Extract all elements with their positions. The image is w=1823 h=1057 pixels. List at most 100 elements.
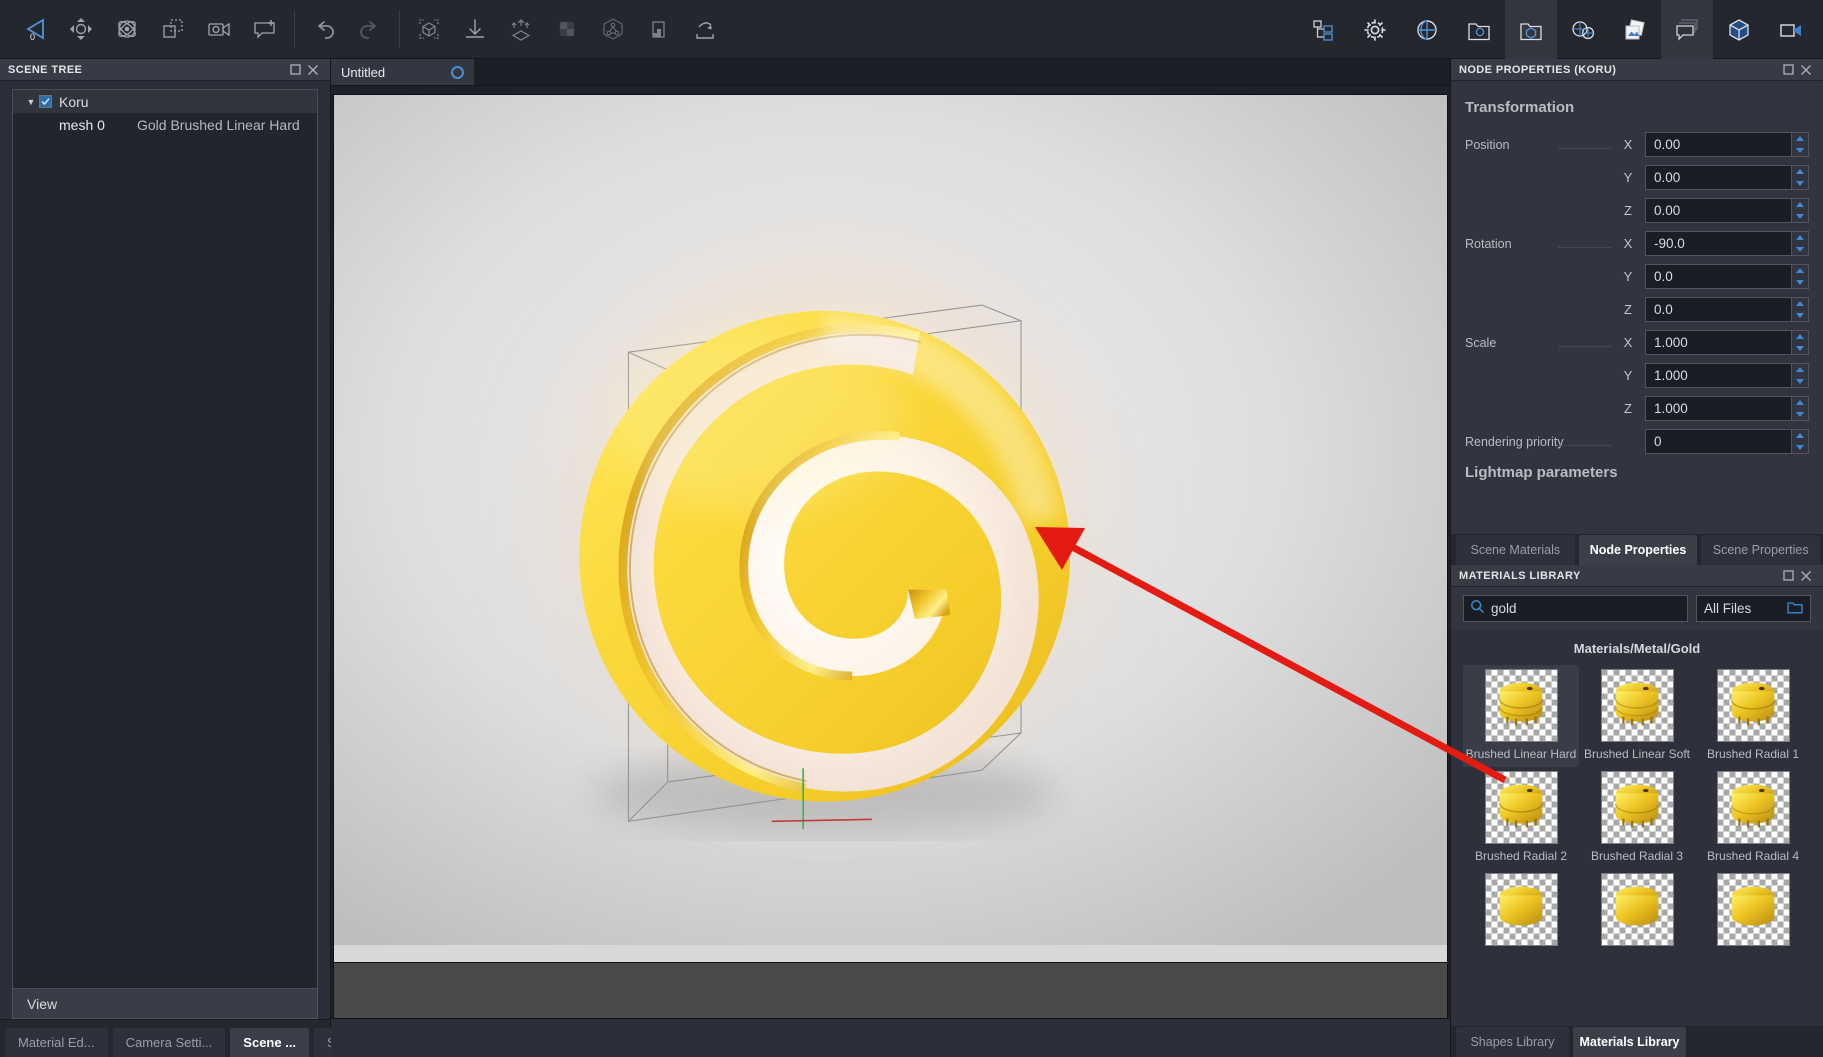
spinner-down[interactable] xyxy=(1792,409,1808,421)
scene-tree-panel-button[interactable] xyxy=(1297,0,1349,59)
spinner-position-y[interactable] xyxy=(1791,166,1808,189)
add-annotation-tool[interactable] xyxy=(242,0,288,59)
spinner-scale-x[interactable] xyxy=(1791,331,1808,354)
scene-tree-box[interactable]: ▼ Koru mesh 0 Gold Brushed Linear Hard xyxy=(12,89,318,989)
scale-z-input[interactable] xyxy=(1646,401,1791,416)
spinner-up[interactable] xyxy=(1792,430,1808,442)
spinner-up[interactable] xyxy=(1792,397,1808,409)
material-item-brushed-radial-2[interactable]: Brushed Radial 2 xyxy=(1463,767,1579,869)
spinner-down[interactable] xyxy=(1792,376,1808,388)
tab-scene-tree[interactable]: Scene ... xyxy=(229,1027,310,1057)
drop-to-floor-button[interactable] xyxy=(452,0,498,59)
checker-pattern-button[interactable] xyxy=(544,0,590,59)
spinner-up[interactable] xyxy=(1792,331,1808,343)
spinner-rotation-x[interactable] xyxy=(1791,232,1808,255)
maximize-icon[interactable] xyxy=(1779,61,1797,79)
rotation-y-field[interactable] xyxy=(1645,264,1809,289)
rotation-x-input[interactable] xyxy=(1646,236,1791,251)
rotation-z-field[interactable] xyxy=(1645,297,1809,322)
material-item-row3-2[interactable] xyxy=(1579,869,1695,952)
tab-camera-settings[interactable]: Camera Setti... xyxy=(112,1027,227,1057)
spinner-down[interactable] xyxy=(1792,178,1808,190)
maximize-icon[interactable] xyxy=(1779,567,1797,585)
spinner-down[interactable] xyxy=(1792,145,1808,157)
tree-child-mesh[interactable]: mesh 0 Gold Brushed Linear Hard xyxy=(13,113,317,136)
material-item-brushed-linear-soft[interactable]: Brushed Linear Soft xyxy=(1579,665,1695,767)
settings-button[interactable] xyxy=(1349,0,1401,59)
annotations-button[interactable] xyxy=(1661,0,1713,59)
rendering-priority-input[interactable] xyxy=(1646,434,1791,449)
move-tool[interactable] xyxy=(58,0,104,59)
spinner-up[interactable] xyxy=(1792,364,1808,376)
geometry-button[interactable] xyxy=(1713,0,1765,59)
spinner-position-z[interactable] xyxy=(1791,199,1808,222)
rotation-x-field[interactable] xyxy=(1645,231,1809,256)
tab-material-editor[interactable]: Material Ed... xyxy=(4,1027,109,1057)
spinner-rotation-z[interactable] xyxy=(1791,298,1808,321)
material-item-brushed-radial-1[interactable]: Brushed Radial 1 xyxy=(1695,665,1811,767)
node-graph-button[interactable] xyxy=(590,0,636,59)
snapshots-button[interactable] xyxy=(1609,0,1661,59)
scale-x-field[interactable] xyxy=(1645,330,1809,355)
node-visibility-checkbox[interactable] xyxy=(39,95,52,108)
explode-button[interactable] xyxy=(498,0,544,59)
spinner-up[interactable] xyxy=(1792,199,1808,211)
search-input[interactable] xyxy=(1485,601,1681,616)
position-x-input[interactable] xyxy=(1646,137,1791,152)
histogram-button[interactable] xyxy=(636,0,682,59)
scale-y-field[interactable] xyxy=(1645,363,1809,388)
file-filter-dropdown[interactable]: All Files xyxy=(1696,595,1811,622)
spinner-down[interactable] xyxy=(1792,310,1808,322)
shape-library-button[interactable] xyxy=(1505,0,1557,59)
close-icon[interactable] xyxy=(1797,567,1815,585)
tree-node-koru[interactable]: ▼ Koru xyxy=(13,90,317,113)
material-item-brushed-radial-3[interactable]: Brushed Radial 3 xyxy=(1579,767,1695,869)
search-box[interactable] xyxy=(1463,595,1688,622)
spinner-up[interactable] xyxy=(1792,232,1808,244)
spinner-position-x[interactable] xyxy=(1791,133,1808,156)
chevron-down-icon[interactable]: ▼ xyxy=(23,97,39,107)
close-icon[interactable] xyxy=(304,61,322,79)
view-button[interactable]: View xyxy=(12,989,318,1019)
spinner-rotation-y[interactable] xyxy=(1791,265,1808,288)
scale-y-input[interactable] xyxy=(1646,368,1791,383)
scale-x-input[interactable] xyxy=(1646,335,1791,350)
environment-button[interactable] xyxy=(1401,0,1453,59)
position-x-field[interactable] xyxy=(1645,132,1809,157)
material-item-brushed-radial-4[interactable]: Brushed Radial 4 xyxy=(1695,767,1811,869)
position-y-field[interactable] xyxy=(1645,165,1809,190)
spinner-down[interactable] xyxy=(1792,211,1808,223)
material-item-row3-1[interactable] xyxy=(1463,869,1579,952)
tab-shapes-library[interactable]: Shapes Library xyxy=(1455,1026,1570,1057)
tab-scene-materials[interactable]: Scene Materials xyxy=(1455,534,1576,565)
position-z-field[interactable] xyxy=(1645,198,1809,223)
spinner-down[interactable] xyxy=(1792,442,1808,454)
material-item-row3-3[interactable] xyxy=(1695,869,1811,952)
position-y-input[interactable] xyxy=(1646,170,1791,185)
maximize-icon[interactable] xyxy=(286,61,304,79)
rendering-priority-field[interactable] xyxy=(1645,429,1809,454)
close-icon[interactable] xyxy=(1797,61,1815,79)
material-item-brushed-linear-hard[interactable]: Brushed Linear Hard xyxy=(1463,665,1579,767)
video-render-button[interactable] xyxy=(1765,0,1817,59)
spinner-down[interactable] xyxy=(1792,244,1808,256)
spinner-up[interactable] xyxy=(1792,265,1808,277)
camera-library-button[interactable] xyxy=(1453,0,1505,59)
spinner-scale-z[interactable] xyxy=(1791,397,1808,420)
spinner-up[interactable] xyxy=(1792,166,1808,178)
render-viewport[interactable] xyxy=(333,94,1448,963)
redo-button[interactable] xyxy=(347,0,393,59)
fit-to-view-button[interactable] xyxy=(406,0,452,59)
duplicate-tool[interactable] xyxy=(150,0,196,59)
tab-scene-properties[interactable]: Scene Properties xyxy=(1700,534,1821,565)
export-share-button[interactable] xyxy=(682,0,728,59)
materials-button[interactable] xyxy=(1557,0,1609,59)
select-arrow-tool[interactable]: 0 xyxy=(12,0,58,59)
camera-settings-tool[interactable] xyxy=(196,0,242,59)
materials-grid-container[interactable]: Materials/Metal/Gold xyxy=(1451,630,1823,1026)
tab-node-properties[interactable]: Node Properties xyxy=(1578,534,1699,565)
rotation-z-input[interactable] xyxy=(1646,302,1791,317)
spinner-up[interactable] xyxy=(1792,298,1808,310)
scale-z-field[interactable] xyxy=(1645,396,1809,421)
spinner-down[interactable] xyxy=(1792,277,1808,289)
